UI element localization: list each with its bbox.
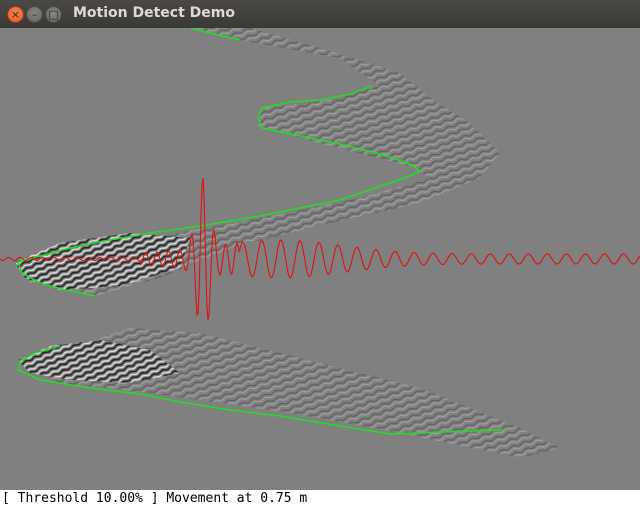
minimize-icon: – — [31, 8, 38, 21]
minimize-button[interactable]: – — [26, 6, 43, 23]
status-bar: [ Threshold 10.00% ] Movement at 0.75 m — [0, 490, 640, 508]
close-button[interactable]: × — [7, 6, 24, 23]
close-icon: × — [10, 8, 21, 21]
app-window: × – □ Motion Detect Demo [Threshold 10.… — [0, 0, 640, 508]
maximize-icon: □ — [48, 8, 59, 21]
title-bar[interactable]: × – □ Motion Detect Demo — [0, 0, 640, 28]
maximize-button[interactable]: □ — [45, 6, 62, 23]
window-title: Motion Detect Demo — [73, 5, 235, 21]
radar-visualization — [0, 28, 640, 490]
radar-plot — [0, 28, 640, 490]
